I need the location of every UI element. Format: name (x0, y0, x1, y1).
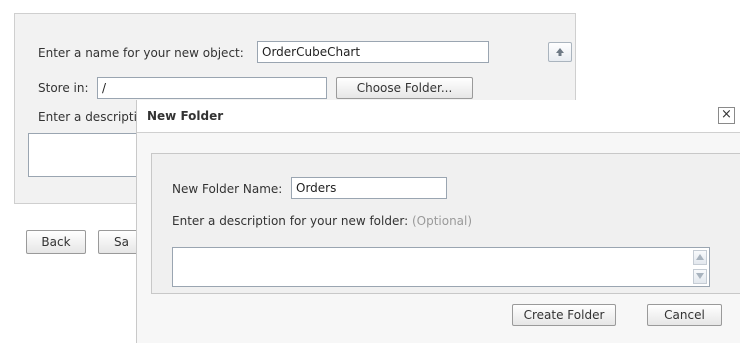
store-in-field[interactable]: / (97, 77, 327, 99)
object-name-field[interactable]: OrderCubeChart (257, 41, 489, 63)
new-folder-dialog: New Folder × New Folder Name: Orders Ent… (136, 100, 740, 343)
scroll-down-arrow-icon[interactable] (693, 269, 707, 284)
optional-label: (Optional) (411, 214, 473, 228)
folder-description-field[interactable] (172, 247, 710, 287)
create-folder-button[interactable]: Create Folder (512, 304, 616, 326)
vertical-scrollbar[interactable] (693, 250, 707, 284)
description-field[interactable] (28, 133, 148, 177)
up-arrow-icon (556, 48, 564, 56)
dialog-header: New Folder × (137, 100, 740, 133)
cancel-button[interactable]: Cancel (647, 304, 722, 326)
back-button[interactable]: Back (26, 230, 86, 254)
object-name-label: Enter a name for your new object: (38, 46, 244, 60)
choose-folder-button[interactable]: Choose Folder... (336, 77, 473, 99)
dialog-title: New Folder (147, 109, 224, 123)
close-icon[interactable]: × (718, 107, 735, 124)
folder-name-field[interactable]: Orders (291, 177, 447, 199)
description-label: Enter a descripti (38, 110, 137, 124)
move-up-button[interactable] (548, 42, 572, 62)
folder-name-label: New Folder Name: (172, 182, 283, 196)
folder-description-label: Enter a description for your new folder:… (172, 214, 472, 228)
folder-description-text: Enter a description for your new folder: (172, 214, 409, 228)
store-in-label: Store in: (38, 81, 89, 95)
scroll-up-arrow-icon[interactable] (693, 250, 707, 265)
dialog-form-panel: New Folder Name: Orders Enter a descript… (151, 153, 740, 294)
